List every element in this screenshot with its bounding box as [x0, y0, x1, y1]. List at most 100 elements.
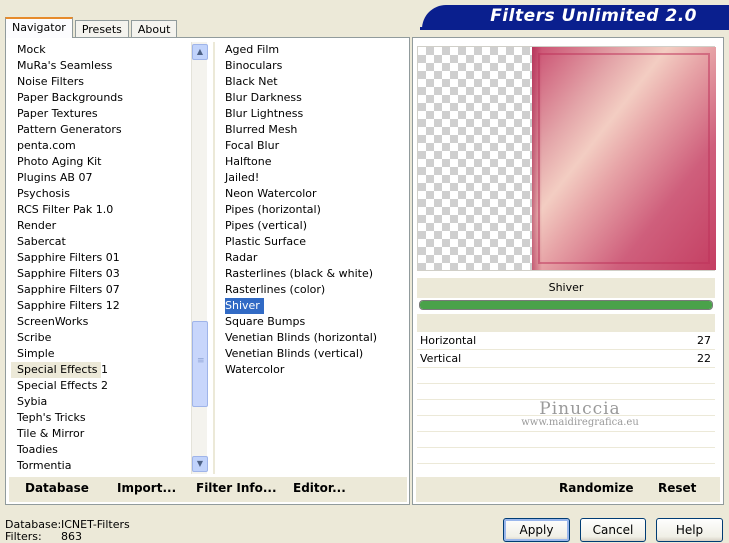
param-label: Vertical [420, 352, 462, 365]
filter-item[interactable]: Binoculars [219, 58, 409, 74]
filter-item-label: Blurred Mesh [225, 123, 298, 136]
filter-item-label: Pipes (horizontal) [225, 203, 321, 216]
tab-navigator[interactable]: Navigator [5, 17, 73, 38]
category-item[interactable]: Teph's Tricks [11, 410, 191, 426]
category-item[interactable]: Simple [11, 346, 191, 362]
category-item[interactable]: Sapphire Filters 12 [11, 298, 191, 314]
param-row-empty [417, 448, 715, 464]
filter-item[interactable]: Neon Watercolor [219, 186, 409, 202]
category-item[interactable]: Plugins AB 07 [11, 170, 191, 186]
category-item[interactable]: Sabercat [11, 234, 191, 250]
category-item[interactable]: Noise Filters [11, 74, 191, 90]
category-item[interactable]: RCS Filter Pak 1.0 [11, 202, 191, 218]
filter-item[interactable]: Aged Film [219, 42, 409, 58]
category-item[interactable]: Sapphire Filters 03 [11, 266, 191, 282]
category-item[interactable]: Tormentia [11, 458, 191, 474]
filter-item[interactable]: Rasterlines (black & white) [219, 266, 409, 282]
progress-fill [420, 301, 712, 309]
filter-info-button[interactable]: Filter Info... [196, 481, 277, 495]
category-item[interactable]: penta.com [11, 138, 191, 154]
filter-item[interactable]: Pipes (horizontal) [219, 202, 409, 218]
param-row-empty [417, 416, 715, 432]
filter-item-label: Blur Darkness [225, 91, 302, 104]
filter-item-label: Focal Blur [225, 139, 280, 152]
filter-item-label: Venetian Blinds (horizontal) [225, 331, 378, 344]
param-row-empty [417, 432, 715, 448]
scroll-down-icon[interactable]: ▼ [192, 456, 208, 472]
cancel-button[interactable]: Cancel [580, 518, 646, 542]
filter-item-label: Neon Watercolor [225, 187, 317, 200]
param-value: 27 [697, 334, 711, 347]
filter-list[interactable]: Aged Film Binoculars Black Net Blur Darknes… [219, 42, 409, 378]
param-row-vertical[interactable]: Vertical 22 [417, 350, 715, 368]
filter-item[interactable]: Halftone [219, 154, 409, 170]
navigator-panel: Mock MuRa's Seamless Noise Filters Paper Ba… [5, 37, 410, 505]
category-item[interactable]: ScreenWorks [11, 314, 191, 330]
category-item[interactable]: MuRa's Seamless [11, 58, 191, 74]
filter-item[interactable]: Plastic Surface [219, 234, 409, 250]
category-item[interactable]: Tile & Mirror [11, 426, 191, 442]
reset-button[interactable]: Reset [658, 481, 696, 495]
filter-item[interactable]: Watercolor [219, 362, 409, 378]
category-item[interactable]: Paper Backgrounds [11, 90, 191, 106]
category-item[interactable]: Scribe [11, 330, 191, 346]
filter-item[interactable]: Rasterlines (color) [219, 282, 409, 298]
category-item[interactable]: Sapphire Filters 01 [11, 250, 191, 266]
tab-strip: Navigator Presets About [5, 16, 179, 38]
database-button[interactable]: Database [25, 481, 89, 495]
category-item[interactable]: Photo Aging Kit [11, 154, 191, 170]
filter-item[interactable]: Blur Darkness [219, 90, 409, 106]
filter-item-label: Binoculars [225, 59, 283, 72]
filter-item[interactable]: Blurred Mesh [219, 122, 409, 138]
filter-item[interactable]: Jailed! [219, 170, 409, 186]
scroll-thumb[interactable] [192, 321, 208, 407]
category-item[interactable]: Toadies [11, 442, 191, 458]
randomize-button[interactable]: Randomize [559, 481, 633, 495]
category-item[interactable]: Special Effects 1 [11, 362, 108, 378]
parameter-list: Horizontal 27 Vertical 22 [417, 332, 715, 496]
filter-item-label: Venetian Blinds (vertical) [225, 347, 364, 360]
filter-item[interactable]: Venetian Blinds (horizontal) [219, 330, 409, 346]
category-item[interactable]: Paper Textures [11, 106, 191, 122]
filter-item[interactable]: Black Net [219, 74, 409, 90]
filter-item[interactable]: Blur Lightness [219, 106, 409, 122]
filter-item[interactable]: Venetian Blinds (vertical) [219, 346, 409, 362]
param-label: Horizontal [420, 334, 477, 347]
tab-presets[interactable]: Presets [74, 20, 129, 38]
banner-title: Filters Unlimited 2.0 [490, 6, 697, 26]
scroll-up-icon[interactable]: ▲ [192, 44, 208, 60]
filters-count: 863 [61, 530, 82, 543]
import-button[interactable]: Import... [117, 481, 176, 495]
navigator-button-bar: Database Import... Filter Info... Editor… [9, 477, 407, 502]
filter-item[interactable]: Radar [219, 250, 409, 266]
editor-button[interactable]: Editor... [293, 481, 346, 495]
category-list[interactable]: Mock MuRa's Seamless Noise Filters Paper Ba… [11, 42, 191, 474]
apply-button[interactable]: Apply [503, 518, 570, 542]
param-row-empty [417, 384, 715, 400]
category-item[interactable]: Psychosis [11, 186, 191, 202]
category-item[interactable]: Mock [11, 42, 191, 58]
tab-about[interactable]: About [130, 20, 178, 38]
filter-item-label: Plastic Surface [225, 235, 306, 248]
status-info: Database:ICNET-Filters Filters: 863 [5, 519, 130, 543]
title-banner: Filters Unlimited 2.0 [420, 5, 729, 30]
category-item[interactable]: Special Effects 2 [11, 378, 191, 394]
filter-item-label: Pipes (vertical) [225, 219, 308, 232]
filter-item[interactable]: Square Bumps [219, 314, 409, 330]
category-item[interactable]: Sybia [11, 394, 191, 410]
filters-label: Filters: [5, 530, 42, 543]
category-scrollbar[interactable]: ▲ ▼ [191, 42, 208, 474]
preview-area[interactable] [417, 46, 716, 271]
filter-item-label: Halftone [225, 155, 272, 168]
filter-item[interactable]: Shiver [219, 298, 409, 314]
progress-bar [419, 300, 713, 310]
category-item[interactable]: Render [11, 218, 191, 234]
help-button[interactable]: Help [656, 518, 723, 542]
category-item[interactable]: Pattern Generators [11, 122, 191, 138]
param-row-horizontal[interactable]: Horizontal 27 [417, 332, 715, 350]
preview-button-bar: Randomize Reset [416, 477, 720, 502]
filter-item-label: Radar [225, 251, 258, 264]
category-item[interactable]: Sapphire Filters 07 [11, 282, 191, 298]
filter-item[interactable]: Focal Blur [219, 138, 409, 154]
filter-item[interactable]: Pipes (vertical) [219, 218, 409, 234]
